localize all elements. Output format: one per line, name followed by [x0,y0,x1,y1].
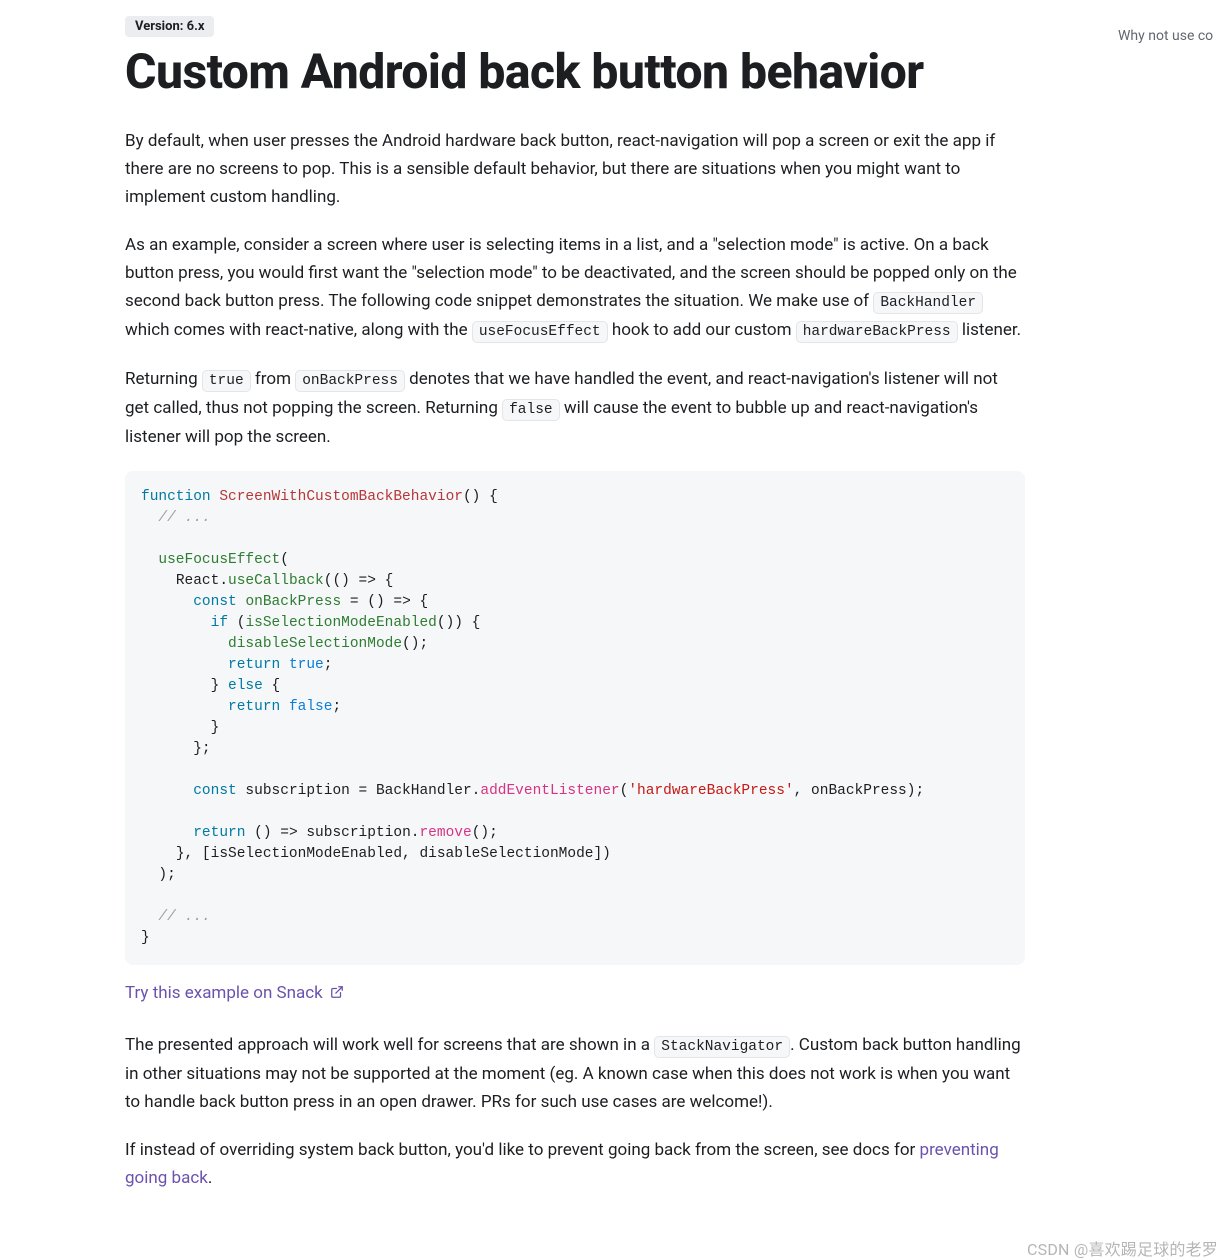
article-container: Version: 6.x Custom Android back button … [0,0,1150,1252]
code-backhandler: BackHandler [873,292,983,314]
page-title: Custom Android back button behavior [125,43,1025,101]
note-paragraph-1: The presented approach will work well fo… [125,1031,1025,1116]
code-stacknavigator: StackNavigator [654,1036,790,1058]
version-badge: Version: 6.x [125,16,214,37]
code-usefocuseffect: useFocusEffect [472,321,608,343]
code-pre: function ScreenWithCustomBackBehavior() … [141,487,1009,949]
intro-paragraph-2: As an example, consider a screen where u… [125,231,1025,345]
code-false: false [502,399,560,421]
snack-link[interactable]: Try this example on Snack [125,983,344,1003]
code-true: true [202,370,251,392]
toc-link-partial[interactable]: Why not use co [1118,28,1230,44]
note-paragraph-2: If instead of overriding system back but… [125,1136,1025,1192]
snack-link-row: Try this example on Snack [125,979,1025,1007]
intro-paragraph-1: By default, when user presses the Androi… [125,127,1025,211]
code-hardwarebackpress: hardwareBackPress [796,321,958,343]
intro-paragraph-3: Returning true from onBackPress denotes … [125,365,1025,451]
external-link-icon [330,985,344,999]
code-onbackpress: onBackPress [295,370,405,392]
code-example: function ScreenWithCustomBackBehavior() … [125,471,1025,965]
watermark: CSDN @喜欢踢足球的老罗 [1027,1236,1218,1260]
